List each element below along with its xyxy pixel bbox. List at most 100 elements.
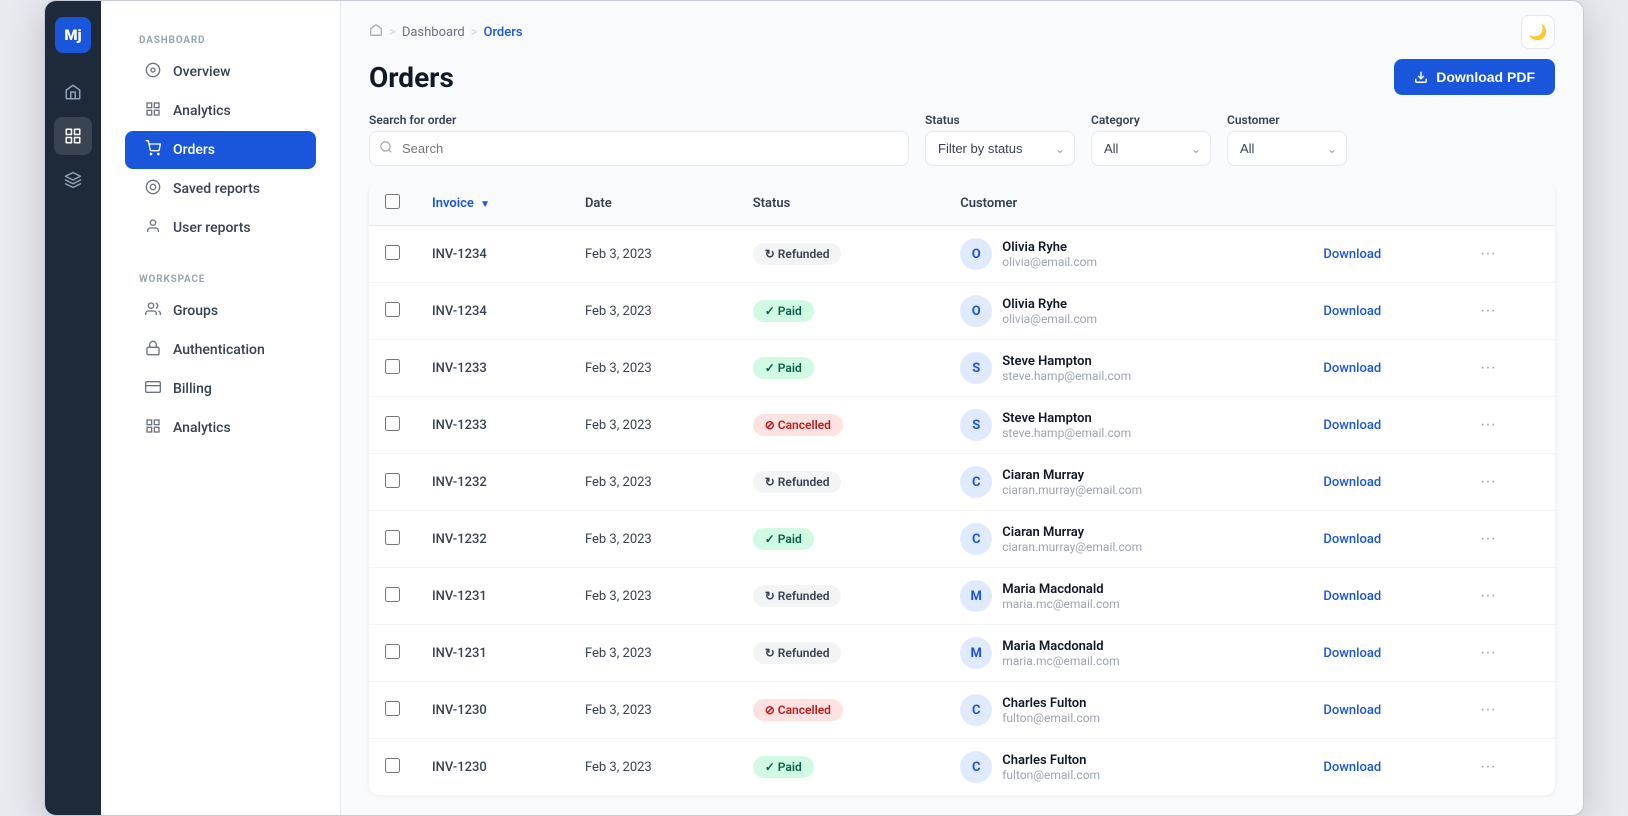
customer-label: Customer	[1227, 113, 1347, 127]
customer-info: Steve Hampton steve.hamp@email.com	[1002, 354, 1131, 383]
search-input[interactable]	[369, 131, 909, 166]
more-button[interactable]: ···	[1476, 587, 1500, 605]
breadcrumb-sep1: >	[389, 25, 396, 40]
header-date: Date	[569, 182, 737, 226]
dashboard-label: DASHBOARD	[117, 17, 324, 52]
more-button[interactable]: ···	[1476, 473, 1500, 491]
customer-info: Ciaran Murray ciaran.murray@email.com	[1002, 525, 1142, 554]
avatar: S	[960, 352, 992, 384]
customer-cell: C Charles Fulton fulton@email.com	[960, 694, 1291, 726]
invoice-number: INV-1234	[432, 247, 487, 262]
category-select-wrapper: All ⌄	[1091, 131, 1211, 166]
download-pdf-label: Download PDF	[1436, 69, 1535, 85]
download-link[interactable]: Download	[1323, 475, 1381, 490]
download-link[interactable]: Download	[1323, 703, 1381, 718]
header-checkbox[interactable]	[385, 194, 400, 209]
more-button[interactable]: ···	[1476, 359, 1500, 377]
invoice-number: INV-1231	[432, 589, 487, 604]
row-date: Feb 3, 2023	[569, 568, 737, 625]
customer-info: Steve Hampton steve.hamp@email.com	[1002, 411, 1131, 440]
table-row: INV-1232Feb 3, 2023✓ Paid C Ciaran Murra…	[369, 511, 1555, 568]
topbar: > Dashboard > Orders 🌙	[341, 1, 1583, 49]
customer-name: Charles Fulton	[1002, 696, 1100, 711]
status-filter-group: Status Filter by status Paid Refunded Ca…	[925, 113, 1075, 166]
nav-icon-grid[interactable]	[54, 117, 92, 155]
row-checkbox[interactable]	[385, 245, 400, 260]
download-link[interactable]: Download	[1323, 532, 1381, 547]
sidebar: DASHBOARD Overview Analytics Orders	[101, 1, 341, 815]
sidebar-item-label: Analytics	[173, 420, 231, 436]
row-date: Feb 3, 2023	[569, 511, 737, 568]
download-link[interactable]: Download	[1323, 247, 1381, 262]
avatar: C	[960, 466, 992, 498]
user-reports-icon	[143, 218, 163, 238]
customer-cell: O Olivia Ryhe olivia@email.com	[960, 295, 1291, 327]
more-button[interactable]: ···	[1476, 644, 1500, 662]
sidebar-item-label: Overview	[173, 64, 230, 80]
more-button[interactable]: ···	[1476, 416, 1500, 434]
sidebar-item-authentication[interactable]: Authentication	[125, 331, 316, 369]
customer-info: Olivia Ryhe olivia@email.com	[1002, 297, 1097, 326]
status-badge: ↻ Refunded	[753, 471, 842, 493]
invoice-number: INV-1232	[432, 532, 487, 547]
row-checkbox[interactable]	[385, 416, 400, 431]
nav-icon-layers[interactable]	[54, 161, 92, 199]
customer-email: olivia@email.com	[1002, 312, 1097, 326]
logo-mark[interactable]: Mj	[55, 17, 91, 53]
sidebar-item-overview[interactable]: Overview	[125, 53, 316, 91]
breadcrumb-dashboard[interactable]: Dashboard	[402, 25, 465, 40]
header-invoice[interactable]: Invoice ▼	[416, 182, 569, 226]
more-button[interactable]: ···	[1476, 245, 1500, 263]
nav-icon-home[interactable]	[54, 73, 92, 111]
breadcrumb-sep2: >	[471, 25, 478, 40]
breadcrumb: > Dashboard > Orders	[369, 23, 523, 41]
more-button[interactable]: ···	[1476, 530, 1500, 548]
more-button[interactable]: ···	[1476, 701, 1500, 719]
dark-mode-toggle[interactable]: 🌙	[1521, 15, 1555, 49]
sidebar-item-analytics-ws[interactable]: Analytics	[125, 409, 316, 447]
more-button[interactable]: ···	[1476, 302, 1500, 320]
row-checkbox[interactable]	[385, 473, 400, 488]
sidebar-item-label: Billing	[173, 381, 212, 397]
download-link[interactable]: Download	[1323, 589, 1381, 604]
sidebar-item-orders[interactable]: Orders	[125, 131, 316, 169]
sidebar-item-analytics[interactable]: Analytics	[125, 92, 316, 130]
row-checkbox[interactable]	[385, 530, 400, 545]
download-link[interactable]: Download	[1323, 760, 1381, 775]
row-checkbox[interactable]	[385, 758, 400, 773]
status-label: Status	[925, 113, 1075, 127]
header-customer: Customer	[944, 182, 1555, 226]
customer-select[interactable]: All	[1227, 131, 1347, 166]
customer-name: Olivia Ryhe	[1002, 297, 1097, 312]
authentication-icon	[143, 340, 163, 360]
customer-cell: S Steve Hampton steve.hamp@email.com	[960, 409, 1291, 441]
download-link[interactable]: Download	[1323, 304, 1381, 319]
more-button[interactable]: ···	[1476, 758, 1500, 776]
sidebar-item-billing[interactable]: Billing	[125, 370, 316, 408]
customer-cell: M Maria Macdonald maria.mc@email.com	[960, 580, 1291, 612]
category-select[interactable]: All	[1091, 131, 1211, 166]
header-checkbox-col	[369, 182, 416, 226]
sidebar-item-saved-reports[interactable]: Saved reports	[125, 170, 316, 208]
row-checkbox[interactable]	[385, 302, 400, 317]
sidebar-item-user-reports[interactable]: User reports	[125, 209, 316, 247]
status-select[interactable]: Filter by status Paid Refunded Cancelled	[925, 131, 1075, 166]
table-row: INV-1233Feb 3, 2023✓ Paid S Steve Hampto…	[369, 340, 1555, 397]
invoice-number: INV-1232	[432, 475, 487, 490]
customer-select-wrapper: All ⌄	[1227, 131, 1347, 166]
download-link[interactable]: Download	[1323, 418, 1381, 433]
row-date: Feb 3, 2023	[569, 283, 737, 340]
row-checkbox[interactable]	[385, 644, 400, 659]
row-checkbox[interactable]	[385, 587, 400, 602]
download-link[interactable]: Download	[1323, 646, 1381, 661]
download-link[interactable]: Download	[1323, 361, 1381, 376]
download-pdf-button[interactable]: Download PDF	[1394, 59, 1555, 95]
status-badge: ⊘ Cancelled	[753, 699, 843, 721]
sidebar-item-groups[interactable]: Groups	[125, 292, 316, 330]
left-icon-nav: Mj	[45, 1, 101, 815]
customer-info: Charles Fulton fulton@email.com	[1002, 753, 1100, 782]
avatar: M	[960, 580, 992, 612]
row-checkbox[interactable]	[385, 701, 400, 716]
row-date: Feb 3, 2023	[569, 625, 737, 682]
row-checkbox[interactable]	[385, 359, 400, 374]
